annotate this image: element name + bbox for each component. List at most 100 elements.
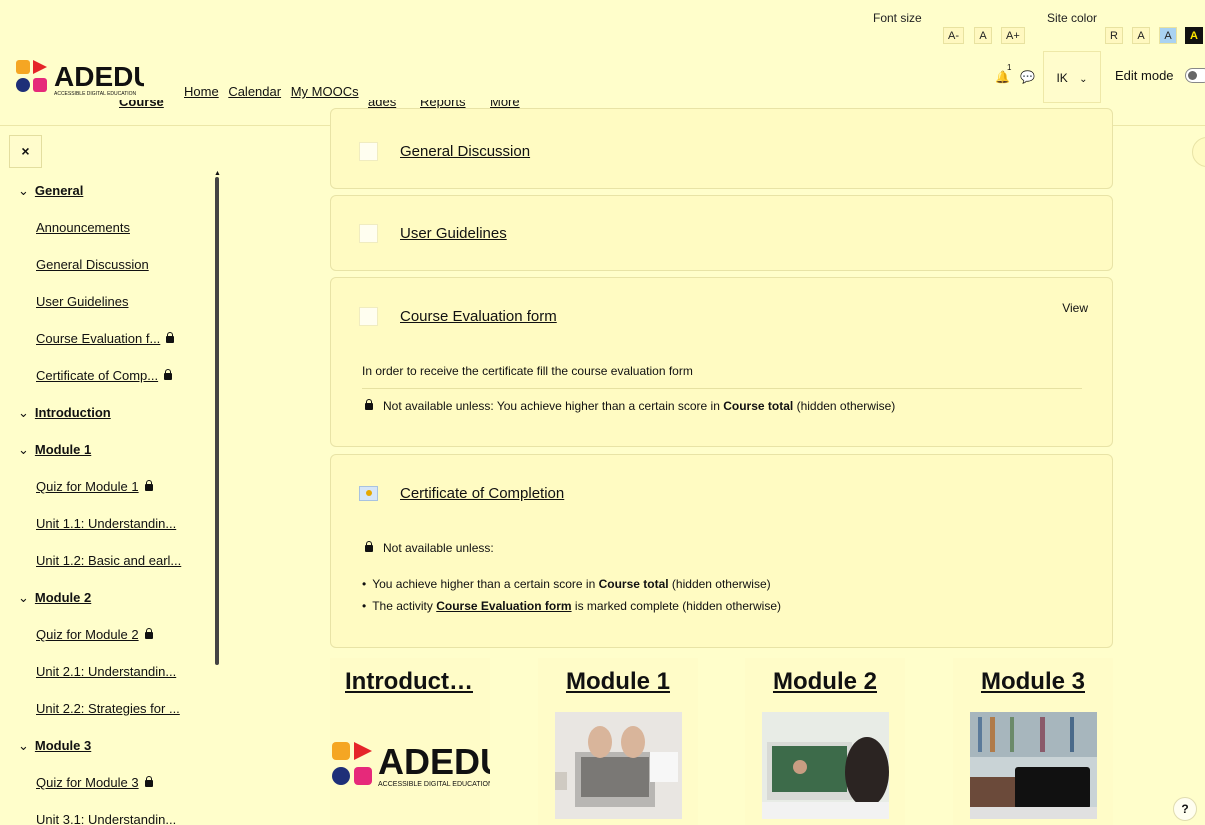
- restriction-note: Not available unless: You achieve higher…: [362, 399, 895, 413]
- adedu-logo[interactable]: ADEDU ACCESSIBLE DIGITAL EDUCATION: [14, 56, 154, 98]
- module-tile-module-2[interactable]: Module 2: [745, 658, 905, 825]
- user-menu-button[interactable]: IK ⌄: [1043, 51, 1101, 103]
- lock-icon: [144, 776, 153, 787]
- accessibility-bar: Font size A- A A+ Site color R A A A: [0, 0, 1205, 48]
- chevron-down-icon[interactable]: ⌄: [18, 590, 29, 606]
- sidebar-item-label: Quiz for Module 1: [36, 479, 139, 494]
- block-drawer-toggle[interactable]: [1192, 137, 1205, 167]
- sidebar-section[interactable]: ⌄ Module 1: [18, 442, 91, 458]
- activity-certificate: Certificate of Completion Not available …: [330, 454, 1113, 648]
- sidebar-item-label: Unit 2.1: Understandin...: [36, 664, 177, 679]
- chevron-down-icon[interactable]: ⌄: [18, 442, 29, 458]
- sidebar-section-label: Module 1: [34, 442, 92, 457]
- activity-title[interactable]: Certificate of Completion: [400, 485, 564, 502]
- edit-mode-toggle[interactable]: [1185, 68, 1205, 83]
- activity-general-discussion: General Discussion: [330, 108, 1113, 189]
- chevron-down-icon[interactable]: ⌄: [18, 738, 29, 754]
- tile-title[interactable]: Module 2: [745, 668, 905, 696]
- restriction-heading-text: Not available unless:: [383, 541, 494, 555]
- condition-bold: Course total: [598, 577, 669, 591]
- lock-icon: [144, 480, 153, 491]
- sidebar-section[interactable]: ⌄ General: [18, 183, 83, 199]
- sidebar-item[interactable]: Unit 1.2: Basic and earl...: [36, 553, 181, 568]
- activity-description: In order to receive the certificate fill…: [362, 364, 693, 378]
- sidebar-item[interactable]: General Discussion: [36, 257, 149, 272]
- font-size-increase-button[interactable]: A+: [1001, 27, 1025, 44]
- feedback-icon: [359, 307, 378, 326]
- sidebar-item-label: Certificate of Comp...: [36, 368, 159, 383]
- module-tile-introduction[interactable]: Introduct… ADEDU ACCESSIBLE DIGITAL EDUC…: [330, 658, 490, 825]
- adedu-logo-image: ADEDU ACCESSIBLE DIGITAL EDUCATION: [332, 741, 490, 788]
- site-color-yellow-button[interactable]: A: [1132, 27, 1150, 44]
- restriction-heading: Not available unless:: [362, 541, 494, 555]
- certificate-icon: [359, 486, 378, 501]
- sidebar-item[interactable]: Quiz for Module 2: [36, 627, 153, 642]
- site-color-reset-button[interactable]: R: [1105, 27, 1123, 44]
- lock-icon: [365, 541, 373, 552]
- course-evaluation-link[interactable]: Course Evaluation form: [436, 599, 571, 613]
- lock-icon: [365, 399, 373, 410]
- chevron-down-icon[interactable]: ⌄: [18, 183, 29, 199]
- sidebar-item-label: User Guidelines: [36, 294, 129, 309]
- activity-user-guidelines: User Guidelines: [330, 195, 1113, 271]
- sidebar-item[interactable]: Announcements: [36, 220, 130, 235]
- restriction-conditions: You achieve higher than a certain score …: [362, 577, 781, 621]
- notification-bell-icon[interactable]: 🔔: [995, 70, 1010, 84]
- tile-title[interactable]: Introduct…: [345, 668, 485, 696]
- divider: [362, 388, 1082, 389]
- activity-title[interactable]: Course Evaluation form: [400, 308, 557, 325]
- sidebar-item[interactable]: User Guidelines: [36, 294, 129, 309]
- condition-text: You achieve higher than a certain score …: [372, 577, 599, 591]
- condition-suffix: (hidden otherwise): [668, 577, 771, 591]
- site-color-black-button[interactable]: A: [1185, 27, 1203, 44]
- module-tile-module-1[interactable]: Module 1: [538, 658, 698, 825]
- module-tile-module-3[interactable]: Module 3: [953, 658, 1113, 825]
- font-size-default-button[interactable]: A: [974, 27, 992, 44]
- restriction-bold: Course total: [723, 399, 794, 413]
- sidebar-section-label: Module 3: [34, 738, 92, 753]
- site-color-label: Site color: [1047, 11, 1098, 25]
- svg-text:ACCESSIBLE DIGITAL EDUCATION: ACCESSIBLE DIGITAL EDUCATION: [378, 781, 490, 788]
- tile-title[interactable]: Module 3: [953, 668, 1113, 696]
- sidebar-item-label: Quiz for Module 3: [36, 775, 139, 790]
- close-sidebar-button[interactable]: ×: [9, 135, 42, 168]
- activity-title[interactable]: General Discussion: [400, 143, 530, 160]
- sidebar-item[interactable]: Quiz for Module 1: [36, 479, 153, 494]
- sidebar-item[interactable]: Certificate of Comp...: [36, 368, 173, 383]
- lock-icon: [166, 332, 175, 343]
- sidebar-section[interactable]: ⌄ Module 3: [18, 738, 91, 754]
- view-button[interactable]: View: [1062, 301, 1088, 315]
- sidebar-item-label: Course Evaluation f...: [36, 331, 161, 346]
- sidebar-item[interactable]: Quiz for Module 3: [36, 775, 153, 790]
- scroll-up-icon[interactable]: ▲: [214, 170, 221, 177]
- course-index-sidebar: × ▲ ⌄ General Announcements General Discuss…: [0, 127, 222, 825]
- user-menu-area: 🔔 1 💬 IK ⌄ Edit mode: [965, 48, 1205, 104]
- site-color-blue-button[interactable]: A: [1159, 27, 1177, 44]
- sidebar-section[interactable]: ⌄ Module 2: [18, 590, 91, 606]
- font-size-decrease-button[interactable]: A-: [943, 27, 964, 44]
- edit-mode-label: Edit mode: [1115, 68, 1174, 83]
- sidebar-item-label: Unit 1.2: Basic and earl...: [36, 553, 182, 568]
- condition-text: The activity: [372, 599, 437, 613]
- sidebar-scrollbar[interactable]: [215, 177, 219, 665]
- sidebar-item[interactable]: Course Evaluation f...: [36, 331, 175, 346]
- nav-calendar[interactable]: Calendar: [228, 84, 281, 99]
- nav-home[interactable]: Home: [184, 84, 219, 99]
- restriction-text: Not available unless: You achieve higher…: [383, 399, 724, 413]
- online-class-image: [762, 712, 889, 819]
- sidebar-item[interactable]: Unit 1.1: Understandin...: [36, 516, 176, 531]
- nav-my-moocs[interactable]: My MOOCs: [291, 84, 359, 99]
- chevron-down-icon[interactable]: ⌄: [18, 405, 29, 421]
- sidebar-section[interactable]: ⌄ Introduction: [18, 405, 111, 421]
- lock-icon: [164, 369, 173, 380]
- help-button[interactable]: ?: [1173, 797, 1197, 821]
- activity-title[interactable]: User Guidelines: [400, 225, 507, 242]
- messages-icon[interactable]: 💬: [1020, 70, 1035, 84]
- main-nav: Home Calendar My MOOCs: [184, 84, 365, 99]
- sidebar-item[interactable]: Unit 3.1: Understandin...: [36, 812, 176, 825]
- sidebar-item-label: Announcements: [36, 220, 130, 235]
- sidebar-item[interactable]: Unit 2.2: Strategies for ...: [36, 701, 180, 716]
- forum-icon: [359, 142, 378, 161]
- tile-title[interactable]: Module 1: [538, 668, 698, 696]
- sidebar-item[interactable]: Unit 2.1: Understandin...: [36, 664, 176, 679]
